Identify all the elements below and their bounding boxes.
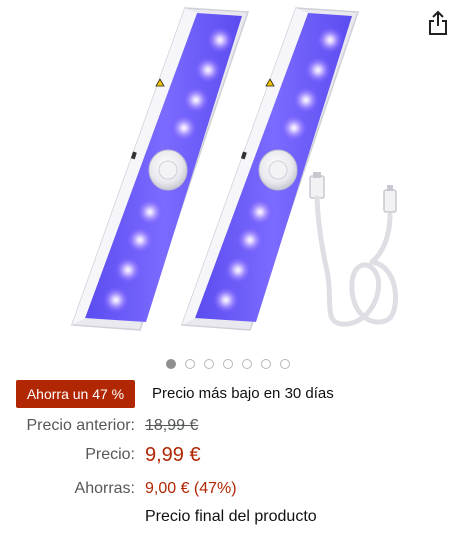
carousel-dot-7[interactable]: [280, 359, 290, 369]
carousel-dot-1[interactable]: [166, 359, 176, 369]
share-icon: [426, 10, 450, 36]
savings-value: 9,00 € (47%): [145, 480, 237, 497]
previous-price-value: 18,99 €: [145, 417, 199, 434]
carousel-dot-2[interactable]: [185, 359, 195, 369]
product-image[interactable]: [60, 0, 410, 345]
carousel-dot-3[interactable]: [204, 359, 214, 369]
final-price-note: Precio final del producto: [145, 508, 317, 525]
savings-label: Ahorras:: [74, 480, 135, 497]
carousel-dot-4[interactable]: [223, 359, 233, 369]
share-button[interactable]: [426, 10, 450, 36]
carousel-dot-5[interactable]: [242, 359, 252, 369]
price-label: Precio:: [85, 446, 135, 463]
deal-note: Precio más bajo en 30 días: [152, 385, 334, 402]
deal-badge: Ahorra un 47 %: [16, 380, 135, 408]
current-price-value: 9,99 €: [145, 444, 201, 466]
usb-cable: [309, 172, 398, 327]
carousel-dot-6[interactable]: [261, 359, 271, 369]
previous-price-label: Precio anterior:: [26, 417, 136, 434]
image-carousel-dots: [166, 359, 290, 371]
